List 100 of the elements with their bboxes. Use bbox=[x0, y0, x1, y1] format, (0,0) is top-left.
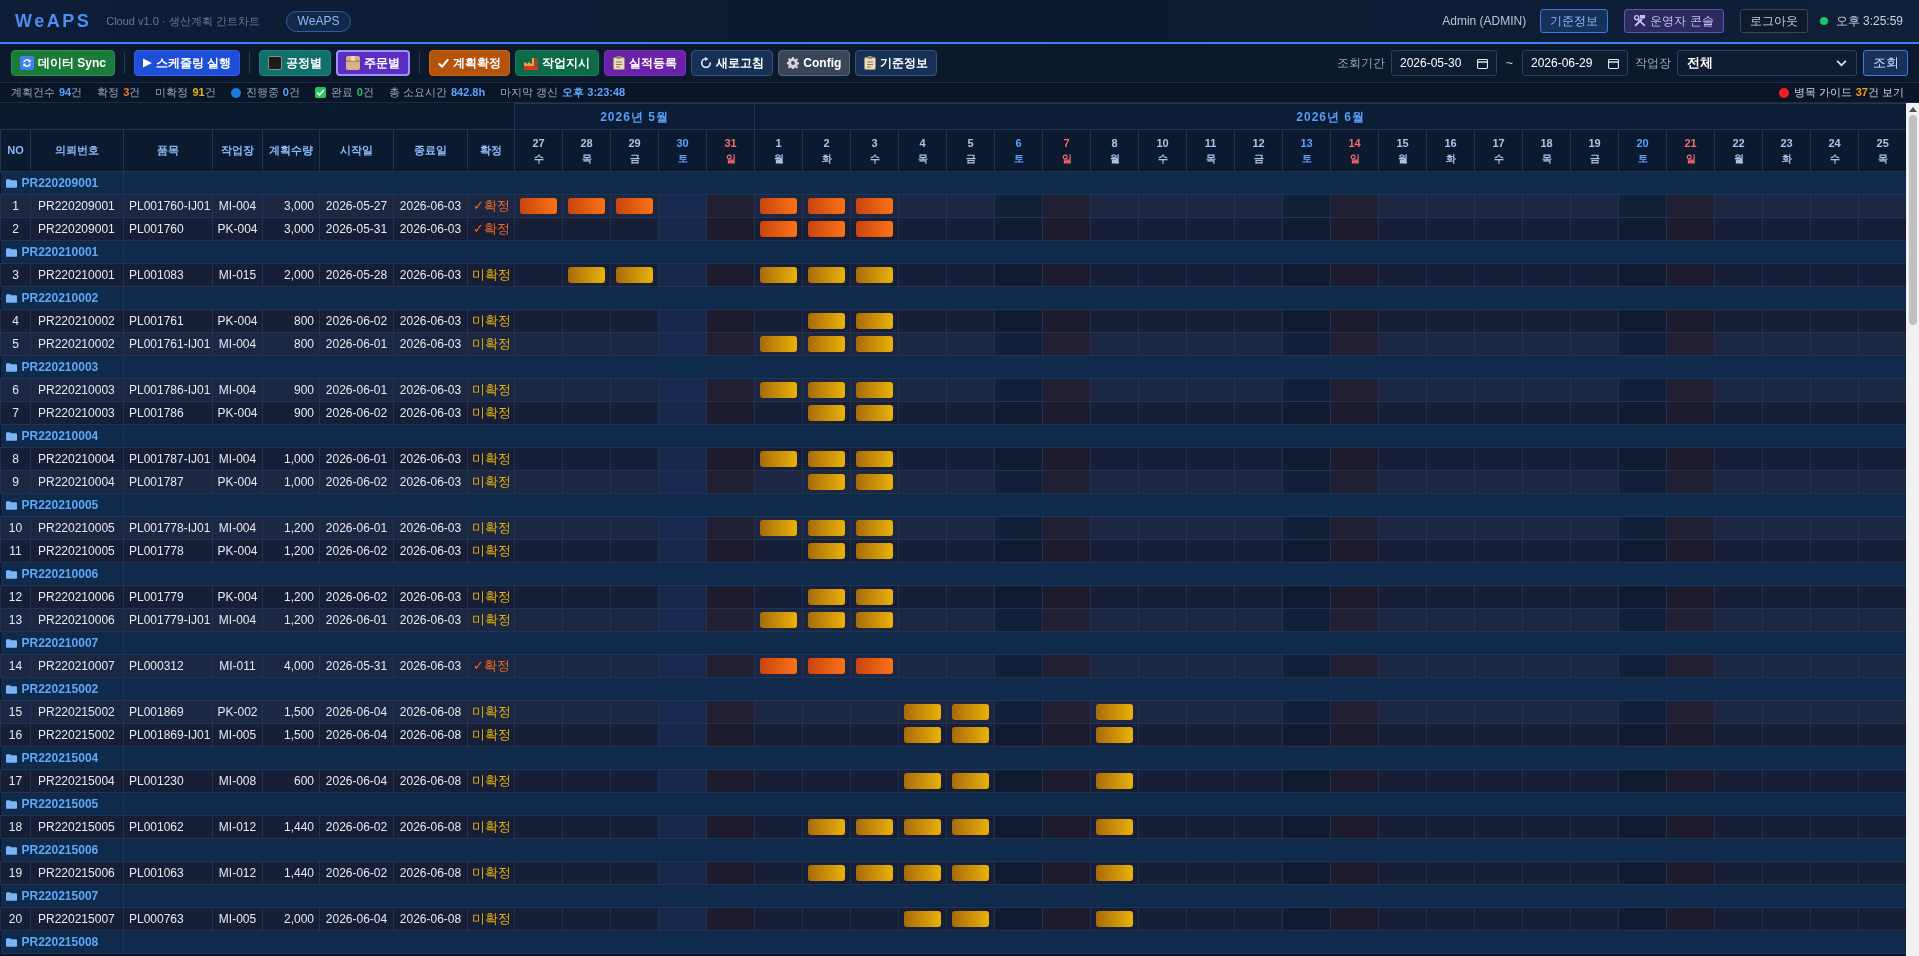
gantt-bar[interactable] bbox=[856, 382, 893, 398]
gantt-bar[interactable] bbox=[760, 520, 797, 536]
gantt-bar[interactable] bbox=[856, 589, 893, 605]
work-order-button[interactable]: 작업지시 bbox=[515, 50, 600, 76]
results-button[interactable]: 실적등록 bbox=[604, 50, 687, 76]
gantt-bar[interactable] bbox=[856, 474, 893, 490]
gantt-bar[interactable] bbox=[1096, 819, 1133, 835]
scroll-up-icon[interactable] bbox=[1908, 107, 1917, 112]
folder-icon bbox=[5, 638, 17, 648]
gantt-bar[interactable] bbox=[760, 336, 797, 352]
gantt-bar[interactable] bbox=[808, 520, 845, 536]
gantt-bar[interactable] bbox=[808, 589, 845, 605]
info-button[interactable]: 기준정보 bbox=[855, 50, 938, 76]
table-cell: 8 bbox=[0, 447, 31, 471]
view-toggle-button[interactable]: 공정별 bbox=[259, 50, 332, 76]
gantt-bar[interactable] bbox=[952, 911, 989, 927]
gantt-bar[interactable] bbox=[904, 911, 941, 927]
gantt-bar[interactable] bbox=[520, 198, 557, 214]
gantt-bar[interactable] bbox=[856, 221, 893, 237]
column-header: NO bbox=[0, 129, 31, 172]
gantt-bar[interactable] bbox=[952, 727, 989, 743]
gantt-bar[interactable] bbox=[568, 267, 605, 283]
scrollbar-thumb[interactable] bbox=[1908, 115, 1917, 325]
gantt-bar[interactable] bbox=[856, 520, 893, 536]
gantt-bar[interactable] bbox=[856, 405, 893, 421]
bottleneck-link[interactable]: 병목 가이드 37건 보기 bbox=[1793, 84, 1904, 101]
gantt-bar[interactable] bbox=[808, 819, 845, 835]
order-number: PR220215008 bbox=[21, 934, 99, 951]
gantt-bar[interactable] bbox=[808, 198, 845, 214]
gantt-bar[interactable] bbox=[1096, 704, 1133, 720]
gantt-bar[interactable] bbox=[856, 819, 893, 835]
gantt-bar[interactable] bbox=[760, 198, 797, 214]
gantt-bar[interactable] bbox=[808, 612, 845, 628]
calendar-icon[interactable] bbox=[1477, 57, 1488, 69]
site-select[interactable]: 전체 bbox=[1677, 50, 1857, 76]
gantt-bar[interactable] bbox=[904, 773, 941, 789]
column-header: 확정 bbox=[467, 129, 515, 172]
gantt-bar[interactable] bbox=[808, 221, 845, 237]
gantt-bar[interactable] bbox=[760, 658, 797, 674]
gantt-bar[interactable] bbox=[808, 382, 845, 398]
gantt-bar[interactable] bbox=[856, 612, 893, 628]
gantt-bar[interactable] bbox=[856, 336, 893, 352]
gantt-bar[interactable] bbox=[952, 819, 989, 835]
date-field[interactable]: 2026-06-29 bbox=[1522, 50, 1628, 76]
gantt-bar[interactable] bbox=[808, 405, 845, 421]
gantt-bar[interactable] bbox=[856, 451, 893, 467]
sync-button[interactable]: 데이터 Sync bbox=[11, 50, 115, 76]
gantt-bar[interactable] bbox=[904, 704, 941, 720]
gantt-bar[interactable] bbox=[856, 865, 893, 881]
gantt-bar[interactable] bbox=[808, 267, 845, 283]
gantt-bar[interactable] bbox=[904, 727, 941, 743]
gantt-bar[interactable] bbox=[760, 382, 797, 398]
gantt-bar[interactable] bbox=[760, 451, 797, 467]
view-toggle-button[interactable]: 주문별 bbox=[336, 50, 411, 76]
day-header: 20 토 bbox=[1618, 129, 1667, 172]
table-cell: 11 bbox=[0, 539, 31, 563]
folder-icon bbox=[5, 753, 17, 763]
gantt-bar[interactable] bbox=[856, 198, 893, 214]
refresh-button[interactable]: 새로고침 bbox=[691, 50, 774, 76]
gantt-bar[interactable] bbox=[952, 704, 989, 720]
gantt-bar[interactable] bbox=[616, 198, 653, 214]
gantt-bar[interactable] bbox=[760, 267, 797, 283]
gantt-bar[interactable] bbox=[808, 543, 845, 559]
gantt-bar[interactable] bbox=[808, 313, 845, 329]
gantt-bar[interactable] bbox=[1096, 727, 1133, 743]
gantt-bar[interactable] bbox=[568, 198, 605, 214]
gantt-bar[interactable] bbox=[808, 658, 845, 674]
info-button[interactable]: 기준정보 bbox=[1540, 9, 1609, 33]
gantt-bar[interactable] bbox=[856, 658, 893, 674]
gantt-bar[interactable] bbox=[856, 313, 893, 329]
config-button[interactable]: Config bbox=[778, 50, 851, 76]
gantt-bar[interactable] bbox=[856, 543, 893, 559]
console-button[interactable]: 운영자 콘솔 bbox=[1624, 9, 1724, 33]
gantt-bar[interactable] bbox=[856, 267, 893, 283]
run-button[interactable]: 스케줄링 실행 bbox=[134, 50, 241, 76]
gantt-bar[interactable] bbox=[808, 336, 845, 352]
day-header: 2 화 bbox=[802, 129, 851, 172]
gantt-bar[interactable] bbox=[808, 474, 845, 490]
folder-icon bbox=[5, 500, 17, 510]
order-number: PR220215007 bbox=[21, 888, 99, 905]
gantt-bar[interactable] bbox=[904, 865, 941, 881]
vertical-scrollbar[interactable] bbox=[1906, 103, 1919, 956]
search-button[interactable]: 조회 bbox=[1863, 50, 1908, 76]
gantt-bar[interactable] bbox=[808, 451, 845, 467]
gantt-bar[interactable] bbox=[952, 773, 989, 789]
gantt-bar[interactable] bbox=[904, 819, 941, 835]
day-header: 15 월 bbox=[1378, 129, 1427, 172]
date-field[interactable]: 2026-05-30 bbox=[1391, 50, 1497, 76]
gantt-bar[interactable] bbox=[1096, 773, 1133, 789]
folder-icon bbox=[5, 937, 17, 947]
logout-button[interactable]: 로그아웃 bbox=[1739, 9, 1808, 33]
confirm-button[interactable]: 계획확정 bbox=[429, 50, 511, 76]
gantt-bar[interactable] bbox=[760, 612, 797, 628]
gantt-bar[interactable] bbox=[616, 267, 653, 283]
calendar-icon[interactable] bbox=[1608, 57, 1619, 69]
gantt-bar[interactable] bbox=[952, 865, 989, 881]
gantt-bar[interactable] bbox=[1096, 911, 1133, 927]
gantt-bar[interactable] bbox=[1096, 865, 1133, 881]
gantt-bar[interactable] bbox=[760, 221, 797, 237]
gantt-bar[interactable] bbox=[808, 865, 845, 881]
